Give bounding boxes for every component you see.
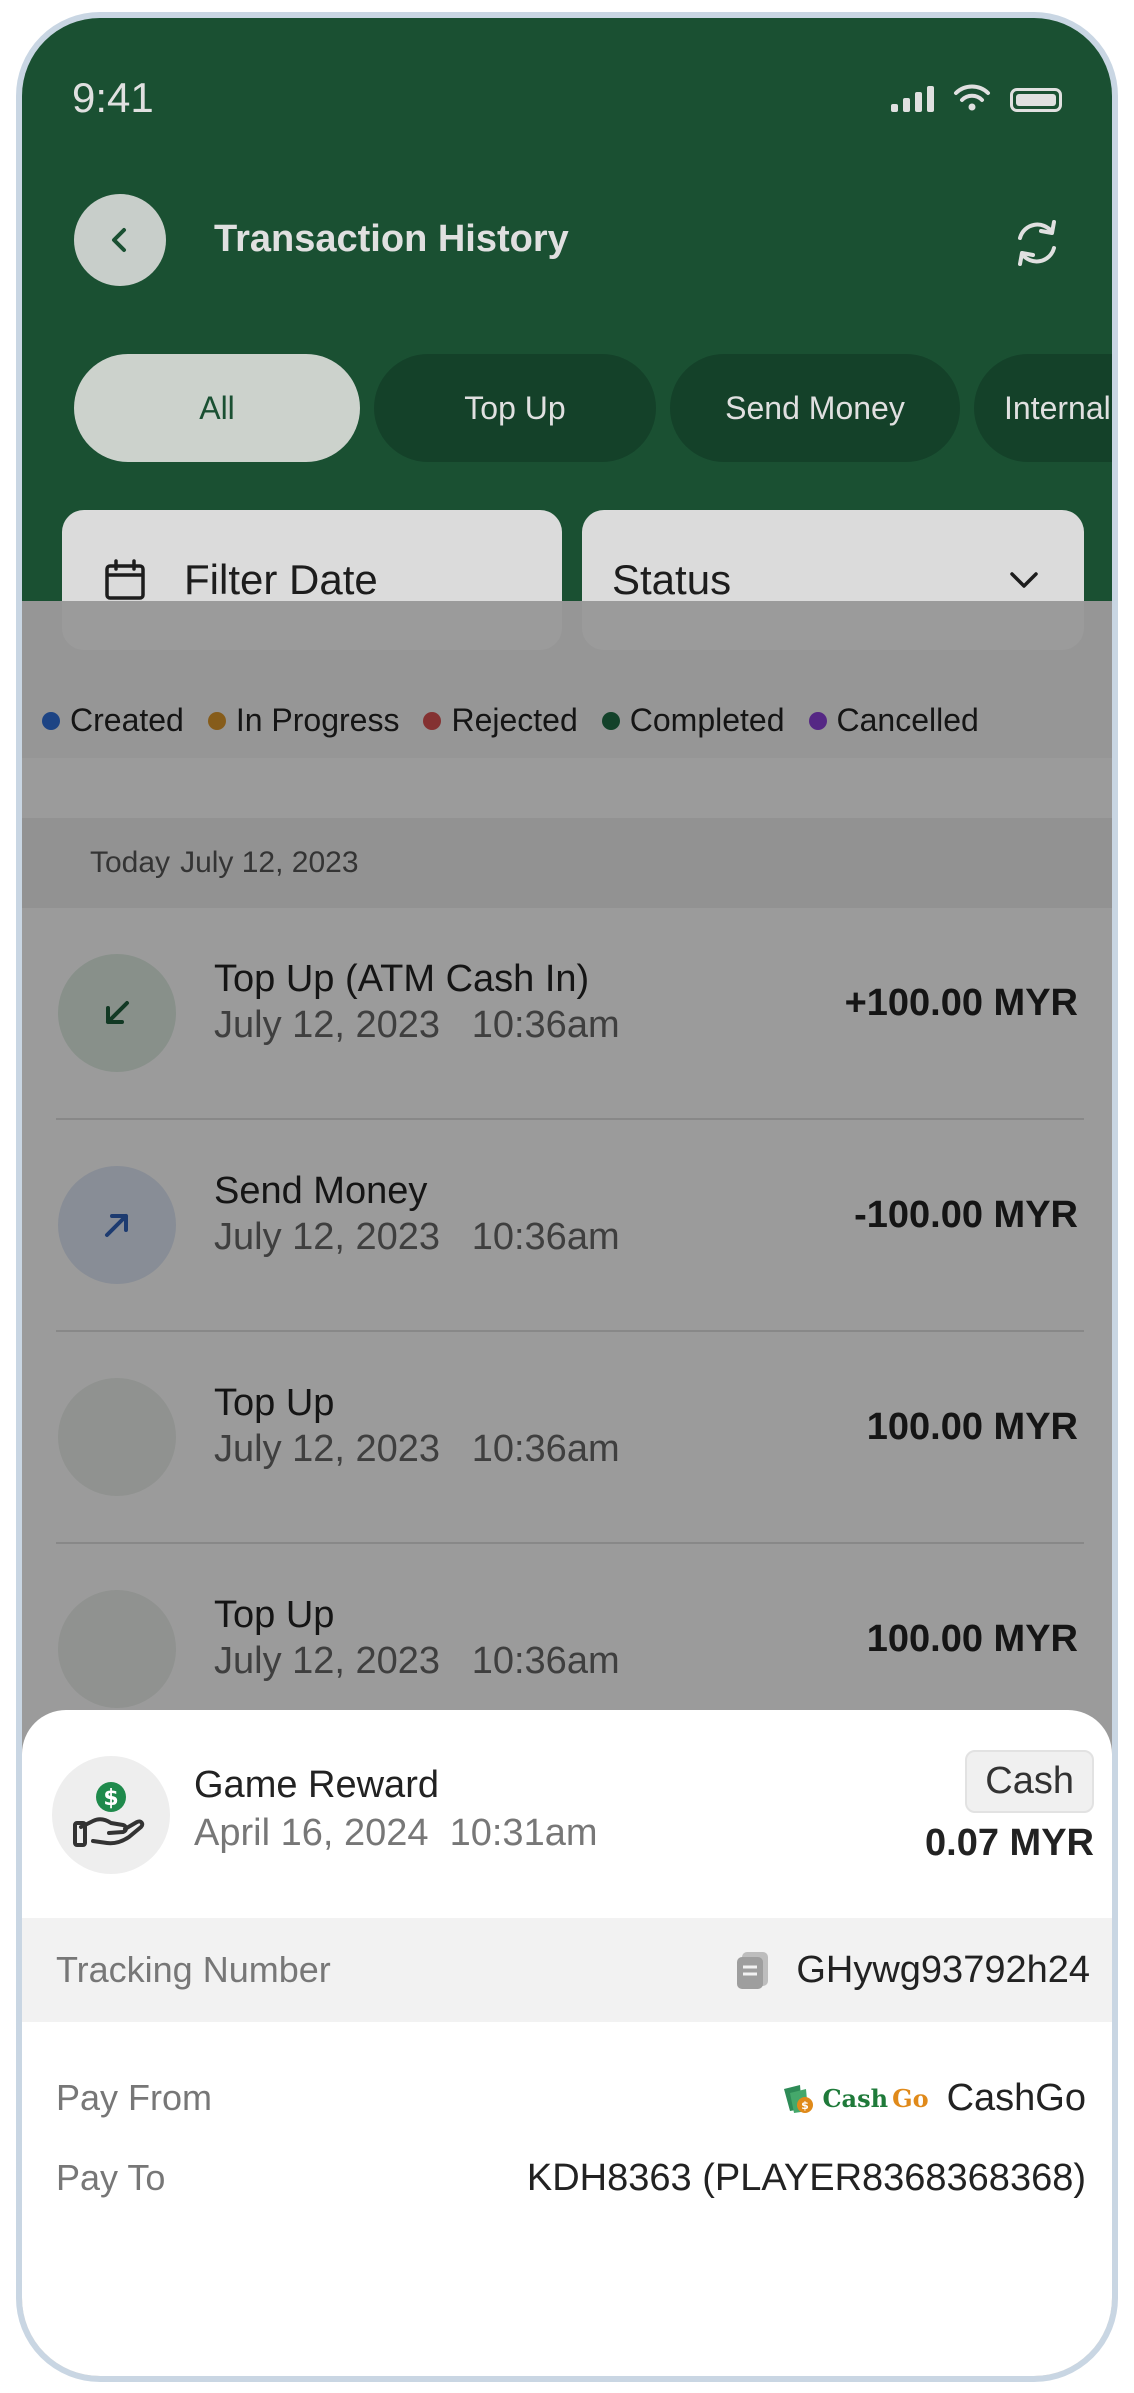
- pay-from-label: Pay From: [56, 2077, 213, 2118]
- cashgo-logo-text-cash: Cash: [822, 2083, 889, 2113]
- pay-to-row: Pay To KDH8363 (PLAYER8368368368): [56, 2148, 1086, 2208]
- game-reward-icon: $: [52, 1756, 170, 1874]
- pay-to-value: KDH8363 (PLAYER8368368368): [526, 2156, 1086, 2199]
- tracking-value-group: GHywg93792h24: [734, 1948, 1090, 1992]
- svg-text:$: $: [802, 2099, 810, 2112]
- pay-from-value: CashGo: [946, 2076, 1086, 2119]
- phone-frame: 9:41 Transaction History All Top Up Send…: [16, 12, 1118, 2382]
- cashgo-logo: $ Cash Go: [780, 2079, 929, 2117]
- pay-from-value-group: $ Cash Go CashGo: [780, 2077, 1086, 2120]
- overlay-scrim-top: [22, 18, 1112, 601]
- svg-text:$: $: [103, 1786, 118, 1811]
- detail-date: April 16, 2024 10:31am: [194, 1812, 598, 1854]
- tracking-number: GHywg93792h24: [796, 1948, 1090, 1991]
- detail-amount: 0.07 MYR: [925, 1822, 1094, 1864]
- detail-title: Game Reward: [194, 1764, 439, 1806]
- transaction-detail-sheet: $ Game Reward April 16, 2024 10:31am Cas…: [22, 1710, 1112, 2376]
- pay-from-row: Pay From $ Cash Go CashGo: [56, 2068, 1086, 2128]
- payment-type-badge: Cash: [965, 1750, 1094, 1813]
- cashgo-logo-text-go: Go: [892, 2083, 929, 2113]
- copy-icon[interactable]: [734, 1948, 774, 1992]
- tracking-label: Tracking Number: [56, 1949, 331, 1990]
- tracking-number-row: Tracking Number GHywg93792h24: [22, 1918, 1112, 2022]
- pay-to-label: Pay To: [56, 2157, 166, 2198]
- cashgo-logo-icon: $: [784, 2085, 814, 2113]
